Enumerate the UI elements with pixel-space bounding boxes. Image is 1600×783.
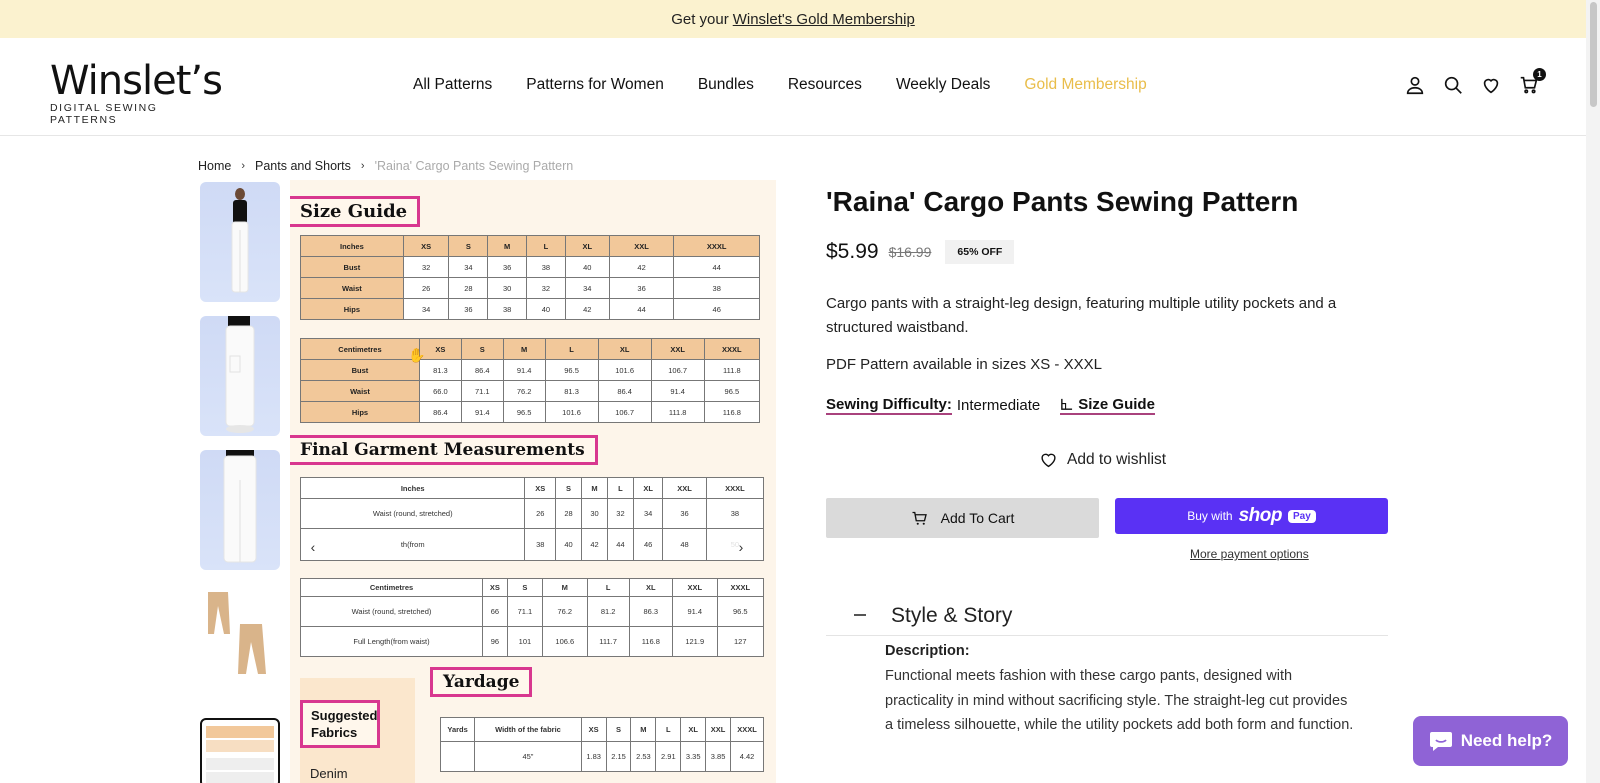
discount-badge: 65% OFF <box>945 240 1015 264</box>
breadcrumb: Home › Pants and Shorts › 'Raina' Cargo … <box>198 159 573 173</box>
product-summary: Cargo pants with a straight-leg design, … <box>826 295 1337 336</box>
description-heading: Description: <box>885 643 970 659</box>
chat-label: Need help? <box>1460 731 1553 750</box>
heart-icon <box>1041 453 1056 468</box>
breadcrumb-home[interactable]: Home <box>198 159 231 173</box>
buy-with-label: Buy with <box>1187 509 1233 523</box>
breadcrumb-current: 'Raina' Cargo Pants Sewing Pattern <box>374 159 574 173</box>
nav-patterns-for-women[interactable]: Patterns for Women <box>526 76 664 94</box>
nav-gold-membership[interactable]: Gold Membership <box>1024 76 1146 94</box>
prev-image-button[interactable]: ‹ <box>302 536 324 558</box>
main-nav: All Patterns Patterns for Women Bundles … <box>413 76 1181 94</box>
difficulty-value: Intermediate <box>956 397 1041 414</box>
suggested-fabrics-heading: Suggested Fabrics <box>300 700 380 748</box>
minus-icon <box>854 614 866 616</box>
price-row: $5.99 $16.99 65% OFF <box>826 240 1015 264</box>
available-sizes: PDF Pattern available in sizes XS - XXXL <box>826 356 1102 373</box>
nav-resources[interactable]: Resources <box>788 76 862 94</box>
logo-wordmark: Winslet’s <box>50 58 223 104</box>
logo[interactable]: Winslet’s DIGITAL SEWING PATTERNS <box>50 58 225 126</box>
wishlist-heart-icon[interactable] <box>1480 74 1502 96</box>
chevron-right-icon: › <box>360 160 365 172</box>
page-scrollbar[interactable] <box>1586 0 1600 783</box>
accordion-title: Style & Story <box>891 604 1013 627</box>
thumbnail-flat-sketch[interactable] <box>200 584 280 704</box>
hand-cursor-icon: ✋ <box>408 347 426 363</box>
add-to-cart-label: Add To Cart <box>940 510 1015 526</box>
size-guide-link[interactable]: Size Guide <box>1060 396 1155 415</box>
site-header: Winslet’s DIGITAL SEWING PATTERNS All Pa… <box>0 38 1586 136</box>
yardage-heading: Yardage <box>430 667 533 697</box>
model-back-image <box>223 450 257 563</box>
product-title: 'Raina' Cargo Pants Sewing Pattern <box>826 186 1299 217</box>
thumbnail-side-view[interactable] <box>200 316 280 436</box>
thumbnail-front-view[interactable] <box>200 182 280 302</box>
size-table-inches: Inches XS S M L XL XXL XXXL Bust 32 34 36 38 40 42 44 … <box>300 235 760 320</box>
breadcrumb-category[interactable]: Pants and Shorts <box>255 159 351 173</box>
nav-bundles[interactable]: Bundles <box>698 76 754 94</box>
model-front-image <box>231 188 249 293</box>
more-payment-options-link[interactable]: More payment options <box>1190 547 1309 561</box>
need-help-chat-button[interactable]: Need help? <box>1413 716 1568 766</box>
sale-price: $5.99 <box>826 240 879 263</box>
shop-logo: shop <box>1238 505 1283 526</box>
cart-count-badge: 1 <box>1533 68 1546 81</box>
ruler-icon <box>1061 398 1073 410</box>
chevron-right-icon: › <box>241 160 246 172</box>
size-guide-mini-image <box>206 726 274 783</box>
description-body: Functional meets fashion with these carg… <box>885 668 1354 733</box>
chat-bubble-icon <box>1429 732 1452 751</box>
nav-all-patterns[interactable]: All Patterns <box>413 76 492 94</box>
cart-icon <box>912 511 927 525</box>
difficulty-row: Sewing Difficulty: Intermediate Size Gui… <box>826 396 1155 415</box>
compare-price: $16.99 <box>888 244 932 260</box>
announcement-bar: Get your Winslet's Gold Membership <box>0 0 1586 38</box>
garment-table-inches: Inches XS S M L XL XXL XXXL Waist (round, stret… <box>299 477 765 561</box>
chevron-left-icon: ‹ <box>310 539 316 555</box>
size-guide-label: Size Guide <box>1078 396 1155 413</box>
buy-with-shop-pay-button[interactable]: Buy with shop Pay <box>1115 498 1388 534</box>
gold-membership-link[interactable]: Winslet's Gold Membership <box>733 11 915 28</box>
add-to-wishlist-button[interactable]: Add to wishlist <box>1040 451 1166 469</box>
model-side-image <box>225 316 255 433</box>
final-garment-heading: Final Garment Measurements <box>290 435 598 465</box>
add-to-cart-button[interactable]: Add To Cart <box>826 498 1099 538</box>
yardage-table: Yards Width of the fabric XS S M L XL XXL XXXL 4… <box>439 717 764 772</box>
wishlist-label: Add to wishlist <box>1067 451 1167 468</box>
pants-sketch-image <box>208 592 266 674</box>
difficulty-label[interactable]: Sewing Difficulty: <box>826 396 952 415</box>
header-icons: 1 <box>1404 68 1546 96</box>
account-icon[interactable] <box>1404 74 1426 96</box>
main-product-image[interactable]: Size Guide Inches XS S M L XL XXL XXXL Bust 32 34… <box>290 180 776 783</box>
announcement-text: Get your <box>671 10 729 28</box>
size-guide-heading: Size Guide <box>290 196 421 227</box>
cart-icon[interactable]: 1 <box>1518 68 1546 96</box>
size-table-cm: Centimetres XS S M L XL XXL XXXL Bust 81.3 86.4 91… <box>300 338 761 423</box>
garment-table-cm: Centimetres XS S M L XL XXL XXXL Waist (round, … <box>299 578 765 657</box>
fabric-item: Denim <box>310 766 348 781</box>
style-story-accordion[interactable]: Style & Story <box>826 600 1388 636</box>
logo-tagline: DIGITAL SEWING PATTERNS <box>50 102 158 126</box>
thumbnail-back-view[interactable] <box>200 450 280 570</box>
pay-logo: Pay <box>1287 509 1316 523</box>
thumbnail-list <box>200 182 280 783</box>
thumbnail-size-guide[interactable] <box>200 718 280 783</box>
next-image-button[interactable]: › <box>730 536 752 558</box>
search-icon[interactable] <box>1442 74 1464 96</box>
nav-weekly-deals[interactable]: Weekly Deals <box>896 76 990 94</box>
chevron-right-icon: › <box>738 539 744 555</box>
scrollbar-thumb[interactable] <box>1590 2 1597 107</box>
